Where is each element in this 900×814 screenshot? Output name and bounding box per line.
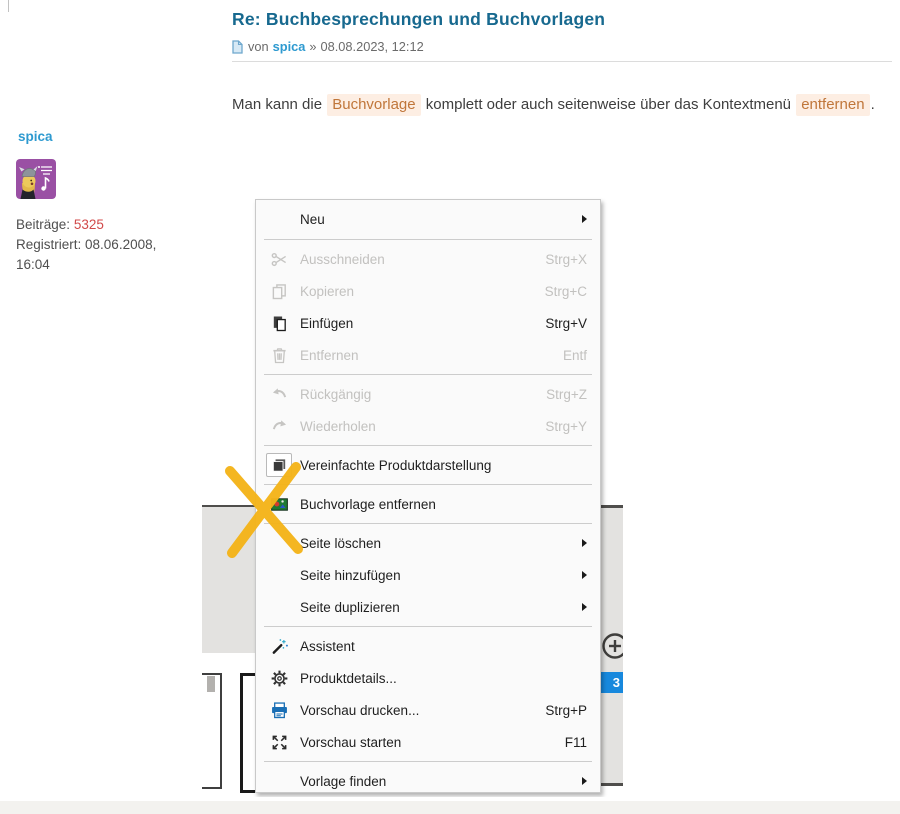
menu-separator [264, 523, 592, 524]
menu-separator [264, 374, 592, 375]
menu-item-label: Buchvorlage entfernen [300, 497, 587, 512]
menu-item-seite-duplizieren[interactable]: Seite duplizieren [256, 591, 600, 623]
menu-shortcut-label: Strg+V [545, 316, 587, 331]
menu-item-neu[interactable]: Neu [256, 202, 600, 236]
post-byline: von spica » 08.08.2023, 12:12 [232, 39, 424, 54]
menu-item-label: Vorschau starten [300, 735, 565, 750]
menu-item-label: Rückgängig [300, 387, 546, 402]
zoom-in-button[interactable] [601, 631, 623, 661]
menu-item-entfernen: Entfernen Entf [256, 339, 600, 371]
empty-icon-gutter [266, 769, 292, 793]
search-highlight: entfernen [796, 94, 869, 116]
menu-separator [264, 761, 592, 762]
menu-item-label: Einfügen [300, 316, 545, 331]
paste-icon [266, 311, 292, 335]
menu-item-wiederholen: Wiederholen Strg+Y [256, 410, 600, 442]
menu-item-label: Vorschau drucken... [300, 703, 545, 718]
menu-item-label: Kopieren [300, 284, 545, 299]
redo-icon [266, 414, 292, 438]
post-title[interactable]: Re: Buchbesprechungen und Buchvorlagen [232, 9, 605, 30]
menu-item-label: Ausschneiden [300, 252, 545, 267]
menu-item-assistent[interactable]: Assistent [256, 630, 600, 662]
byline-von: von [248, 39, 269, 54]
byline-separator: » [309, 39, 316, 54]
menu-separator [264, 445, 592, 446]
body-text-segment: komplett oder auch seitenweise über das … [422, 96, 796, 113]
menu-item-einfuegen[interactable]: Einfügen Strg+V [256, 307, 600, 339]
menu-separator [264, 484, 592, 485]
menu-item-ausschneiden: Ausschneiden Strg+X [256, 243, 600, 275]
page-number-badge: 3 [600, 672, 623, 693]
menu-item-label: Entfernen [300, 348, 563, 363]
copy-icon [266, 279, 292, 303]
post-body-text: Man kann die Buchvorlage komplett oder a… [232, 94, 892, 116]
submenu-arrow-icon [582, 603, 587, 611]
menu-item-label: Produktdetails... [300, 671, 587, 686]
sidebar-username[interactable]: spica [18, 129, 53, 144]
menu-item-seite-hinzufuegen[interactable]: Seite hinzufügen [256, 559, 600, 591]
menu-item-vorschau-starten[interactable]: Vorschau starten F11 [256, 726, 600, 758]
menu-shortcut-label: Strg+P [545, 703, 587, 718]
printer-icon [266, 698, 292, 722]
post-image-screenshot[interactable]: 3 Neu Ausschneiden Strg+X Kopieren Strg+… [202, 135, 623, 797]
top-divider [8, 0, 9, 12]
menu-shortcut-label: Strg+Y [545, 419, 587, 434]
menu-item-rueckgaengig: Rückgängig Strg+Z [256, 378, 600, 410]
workspace-edge-line [599, 783, 623, 786]
page-bottom-strip [0, 801, 900, 814]
menu-item-label: Assistent [300, 639, 587, 654]
menu-shortcut-label: F11 [565, 735, 587, 750]
menu-separator [264, 626, 592, 627]
empty-icon-gutter [266, 595, 292, 619]
submenu-arrow-icon [582, 777, 587, 785]
post-doc-icon[interactable] [232, 40, 243, 54]
gear-icon [266, 666, 292, 690]
author-stats: Beiträge: 5325 Registriert: 08.06.2008, … [16, 215, 181, 275]
header-divider [232, 61, 892, 62]
trash-icon [266, 343, 292, 367]
empty-icon-gutter [266, 207, 292, 231]
menu-item-produktdetails[interactable]: Produktdetails... [256, 662, 600, 694]
registered-row: Registriert: 08.06.2008, 16:04 [16, 235, 181, 275]
yellow-x-annotation-icon [220, 457, 312, 563]
menu-item-label: Neu [300, 212, 576, 227]
menu-shortcut-label: Strg+C [545, 284, 587, 299]
submenu-arrow-icon [582, 539, 587, 547]
menu-item-kopieren: Kopieren Strg+C [256, 275, 600, 307]
undo-icon [266, 382, 292, 406]
post-date: 08.08.2023, 12:12 [321, 39, 424, 54]
plus-circle-icon [601, 631, 623, 661]
menu-item-label: Vorlage finden [300, 774, 576, 789]
menu-item-label: Wiederholen [300, 419, 545, 434]
empty-icon-gutter [266, 563, 292, 587]
menu-item-label: Seite duplizieren [300, 600, 576, 615]
author-link[interactable]: spica [273, 39, 306, 54]
menu-item-vorlage-finden[interactable]: Vorlage finden [256, 765, 600, 797]
menu-shortcut-label: Entf [563, 348, 587, 363]
avatar-image [16, 159, 56, 199]
menu-item-label: Seite löschen [300, 536, 576, 551]
posts-count-row: Beiträge: 5325 [16, 215, 181, 235]
registered-label: Registriert: [16, 237, 81, 252]
menu-shortcut-label: Strg+X [545, 252, 587, 267]
menu-shortcut-label: Strg+Z [546, 387, 587, 402]
page-thumbnail-content [207, 676, 215, 692]
menu-item-label: Vereinfachte Produktdarstellung [300, 458, 587, 473]
wand-icon [266, 634, 292, 658]
forum-post-page: Re: Buchbesprechungen und Buchvorlagen v… [0, 0, 900, 814]
avatar[interactable] [16, 159, 56, 199]
posts-label: Beiträge: [16, 217, 70, 232]
search-highlight: Buchvorlage [327, 94, 420, 116]
menu-item-label: Seite hinzufügen [300, 568, 576, 583]
fullscreen-icon [266, 730, 292, 754]
body-text-segment: Man kann die [232, 96, 326, 113]
body-text-segment: . [871, 96, 875, 113]
submenu-arrow-icon [582, 215, 587, 223]
menu-item-vorschau-drucken[interactable]: Vorschau drucken... Strg+P [256, 694, 600, 726]
menu-separator [264, 239, 592, 240]
posts-value: 5325 [74, 217, 104, 232]
scissors-icon [266, 247, 292, 271]
submenu-arrow-icon [582, 571, 587, 579]
